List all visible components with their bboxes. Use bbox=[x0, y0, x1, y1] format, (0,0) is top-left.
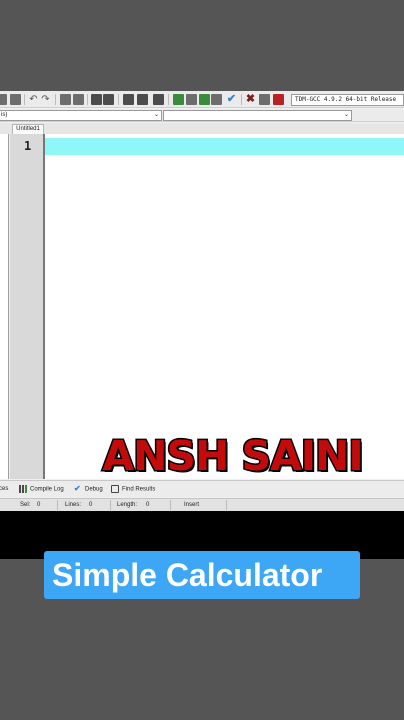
compiler-select[interactable]: TDM-GCC 4.9.2 64-bit Release bbox=[291, 94, 404, 106]
member-combo[interactable]: ⌄ bbox=[163, 110, 352, 121]
run-icon[interactable] bbox=[186, 94, 197, 105]
tab-compile-log[interactable]: Compile Log bbox=[19, 485, 64, 495]
open-icon[interactable] bbox=[0, 94, 7, 105]
tab-untitled1[interactable]: Untitled1 bbox=[12, 124, 44, 134]
debug-icon[interactable] bbox=[273, 94, 284, 105]
rebuild-icon[interactable] bbox=[211, 94, 222, 105]
compile-log-icon bbox=[19, 485, 27, 493]
replace-icon[interactable] bbox=[73, 94, 84, 105]
status-separator bbox=[170, 500, 171, 511]
line-number: 1 bbox=[24, 139, 32, 153]
class-combo[interactable]: is) ⌄ bbox=[0, 110, 162, 121]
status-separator bbox=[57, 500, 58, 511]
tab-find-results-label: Find Results bbox=[122, 486, 156, 493]
project-pane[interactable] bbox=[0, 134, 9, 479]
compile-icon[interactable] bbox=[173, 94, 184, 105]
line-gutter bbox=[10, 134, 43, 479]
lines-label: Lines: bbox=[65, 502, 82, 508]
undo-icon[interactable]: ↶ bbox=[28, 94, 39, 105]
creator-watermark: ANSH SAINI bbox=[101, 431, 365, 482]
unindent-icon[interactable] bbox=[103, 94, 114, 105]
code-editor[interactable] bbox=[43, 134, 404, 479]
check-syntax-icon[interactable]: ✔ bbox=[226, 94, 237, 105]
print-icon[interactable] bbox=[10, 94, 21, 105]
bookmark-icon[interactable] bbox=[137, 94, 148, 105]
toggle-comment-icon[interactable] bbox=[123, 94, 134, 105]
goto-icon[interactable] bbox=[153, 94, 164, 105]
bottom-panel-tabs: rces Compile Log ✔ Debug Find Results bbox=[0, 480, 404, 497]
length-value: 0 bbox=[146, 502, 150, 508]
length-label: Length: bbox=[117, 502, 138, 508]
toolbar-separator bbox=[87, 94, 88, 105]
editor-tabs: Untitled1 bbox=[0, 123, 404, 134]
toolbar-separator bbox=[241, 94, 242, 105]
tab-resources[interactable]: rces bbox=[0, 485, 8, 494]
caption-text: Simple Calculator bbox=[52, 557, 323, 593]
chart-icon[interactable] bbox=[259, 94, 270, 105]
find-icon[interactable] bbox=[60, 94, 71, 105]
chevron-down-icon: ⌄ bbox=[153, 112, 159, 118]
toolbar-separator bbox=[118, 94, 119, 105]
find-results-icon bbox=[111, 485, 119, 493]
debug-check-icon: ✔ bbox=[74, 484, 81, 493]
sel-label: Sel: bbox=[20, 502, 31, 508]
main-toolbar: ↶ ↷ ✔ ✖ TDM-GCC 4.9.2 64-bit Release bbox=[0, 91, 404, 108]
redo-icon[interactable]: ↷ bbox=[40, 94, 51, 105]
class-browser-bar: is) ⌄ ⌄ bbox=[0, 109, 404, 122]
toolbar-separator bbox=[24, 94, 25, 105]
status-bar: Sel: 0 Lines: 0 Length: 0 Insert bbox=[0, 498, 404, 511]
status-separator bbox=[226, 500, 227, 511]
sel-value: 0 bbox=[37, 502, 41, 508]
tab-debug-label: Debug bbox=[85, 486, 103, 493]
active-line-highlight bbox=[45, 138, 404, 155]
toolbar-separator bbox=[55, 94, 56, 105]
tab-debug[interactable]: ✔ Debug bbox=[74, 485, 103, 495]
lines-value: 0 bbox=[89, 502, 93, 508]
status-separator bbox=[110, 500, 111, 511]
compile-run-icon[interactable] bbox=[199, 94, 210, 105]
stop-icon[interactable]: ✖ bbox=[245, 94, 256, 105]
chevron-down-icon: ⌄ bbox=[343, 112, 349, 118]
insert-mode: Insert bbox=[184, 502, 200, 508]
toolbar-separator bbox=[168, 94, 169, 105]
video-caption: Simple Calculator bbox=[44, 551, 360, 599]
indent-icon[interactable] bbox=[91, 94, 102, 105]
class-combo-value: is) bbox=[1, 112, 8, 118]
tab-compile-log-label: Compile Log bbox=[30, 486, 64, 493]
tab-find-results[interactable]: Find Results bbox=[111, 485, 155, 495]
tab-resources-label: rces bbox=[0, 486, 9, 492]
